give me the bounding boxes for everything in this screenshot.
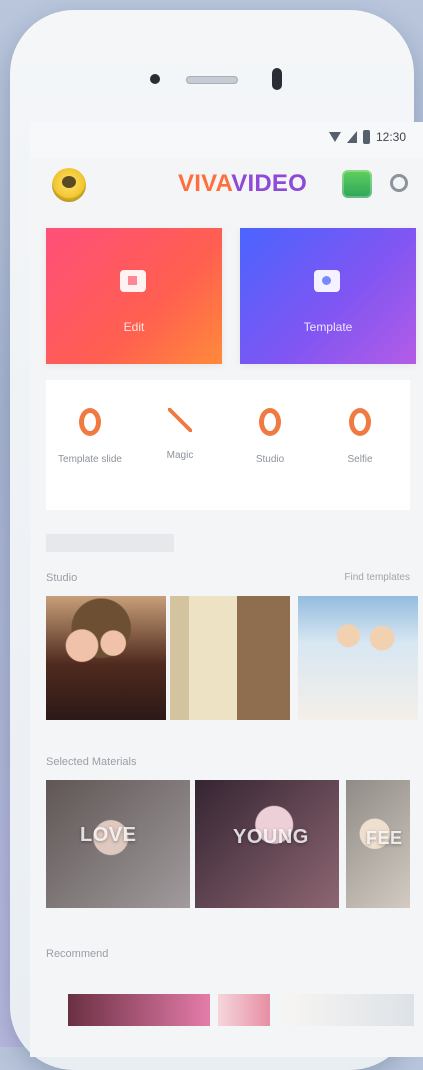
- template-slide-icon: [79, 408, 101, 436]
- studio-card[interactable]: [46, 596, 166, 720]
- magic-wand-icon: [168, 408, 192, 432]
- featured-overlay-young: YOUNG: [233, 826, 309, 848]
- template-tile[interactable]: Template: [240, 228, 416, 364]
- featured-overlay-love: LOVE: [80, 824, 137, 846]
- studio-section-header: Studio Find templates: [30, 560, 423, 596]
- studio-card[interactable]: [170, 596, 290, 720]
- featured-card[interactable]: FEE: [346, 780, 410, 908]
- quick-action-magic[interactable]: Magic: [136, 408, 224, 461]
- featured-card[interactable]: YOUNG: [195, 780, 339, 908]
- battery-icon: [362, 130, 370, 144]
- quick-action-label: Magic: [166, 450, 194, 461]
- find-templates-link[interactable]: Find templates: [344, 572, 410, 583]
- recommend-card[interactable]: [218, 994, 270, 1026]
- recommend-section: Recommend: [30, 936, 423, 1032]
- recommend-strip: [30, 972, 423, 1032]
- video-edit-icon: [120, 270, 146, 292]
- front-camera-icon: [150, 74, 160, 84]
- studio-gallery: [30, 596, 423, 736]
- template-label: Template: [303, 320, 353, 334]
- featured-section-header: Selected Materials: [30, 744, 423, 780]
- featured-overlay-third: FEE: [366, 828, 403, 848]
- quick-actions-panel: Template slide Magic Studio Selfie: [46, 380, 410, 510]
- app-screen: 12:30 VIVAVIDEO Edit Template Template s…: [30, 122, 423, 1057]
- selfie-icon: [349, 408, 371, 436]
- quick-action-studio[interactable]: Studio: [226, 408, 314, 465]
- quick-action-label: Selfie: [347, 454, 373, 465]
- recommend-section-header: Recommend: [30, 936, 423, 972]
- divider-placeholder: [46, 534, 174, 552]
- featured-card[interactable]: LOVE: [46, 780, 190, 908]
- status-icons: 12:30: [328, 130, 406, 144]
- logo-part-b: VIDEO: [231, 170, 307, 197]
- status-bar: 12:30: [30, 122, 423, 158]
- template-icon: [314, 270, 340, 292]
- studio-image-beach: [298, 596, 418, 720]
- studio-image-doorway: [170, 596, 290, 720]
- recommend-card[interactable]: [68, 994, 210, 1026]
- quick-action-selfie[interactable]: Selfie: [316, 408, 404, 465]
- speaker-grille-icon: [186, 76, 238, 84]
- featured-title: Selected Materials: [46, 756, 137, 768]
- featured-gallery: LOVE YOUNG FEE: [30, 780, 423, 928]
- edit-label: Edit: [123, 320, 145, 334]
- logo-part-a: VIVA: [178, 170, 232, 197]
- profile-avatar[interactable]: [52, 168, 86, 202]
- signal-icon: [346, 131, 357, 143]
- top-bezel: [10, 10, 414, 120]
- sensor-icon: [272, 68, 282, 90]
- quick-action-label: Template slide: [58, 454, 122, 465]
- recommend-card[interactable]: [284, 994, 414, 1026]
- status-time: 12:30: [375, 130, 406, 144]
- studio-card[interactable]: [298, 596, 418, 720]
- studio-section: Studio Find templates: [30, 560, 423, 736]
- edit-tile[interactable]: Edit: [46, 228, 222, 364]
- recommend-title: Recommend: [46, 948, 109, 960]
- studio-icon: [259, 408, 281, 436]
- featured-section: Selected Materials LOVE YOUNG FEE: [30, 744, 423, 928]
- primary-actions: Edit Template: [30, 228, 423, 380]
- app-header: VIVAVIDEO: [30, 158, 423, 218]
- quick-action-label: Studio: [255, 454, 285, 465]
- app-logo: VIVAVIDEO: [178, 170, 307, 198]
- studio-image-couple: [46, 596, 166, 720]
- studio-title: Studio: [46, 572, 78, 584]
- phone-frame: 12:30 VIVAVIDEO Edit Template Template s…: [10, 10, 423, 1070]
- settings-icon[interactable]: [390, 174, 408, 192]
- quick-action-template-slide[interactable]: Template slide: [46, 408, 134, 465]
- wifi-icon: [328, 132, 341, 142]
- gift-icon[interactable]: [342, 170, 372, 198]
